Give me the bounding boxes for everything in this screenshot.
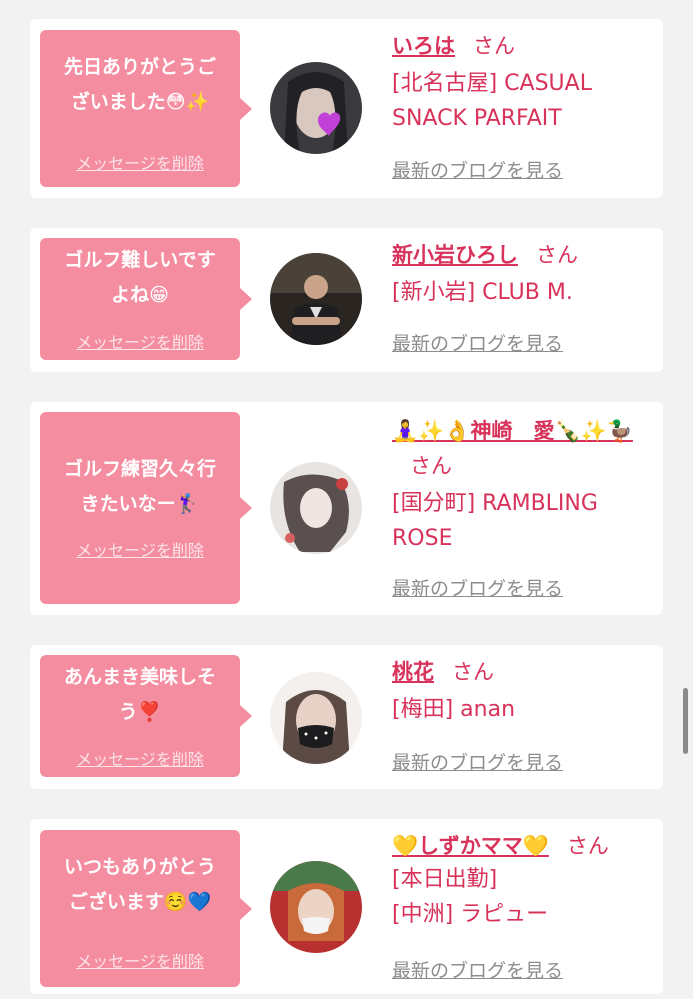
message-text: 先日ありがとうご ざいました😳✨ <box>63 56 216 113</box>
sender-name-link[interactable]: いろは <box>392 34 455 58</box>
message-card: ゴルフ練習久々行 きたいなー🏌️‍♀️ メッセージを削除 🧘‍♀️✨👌神崎 愛🍾… <box>30 402 663 615</box>
sender-info: 🧘‍♀️✨👌神崎 愛🍾✨🦆 さん [国分町] RAMBLING ROSE 最新のブ… <box>392 414 654 600</box>
message-text: ゴルフ難しいです よね😁 <box>64 249 216 306</box>
latest-blog-link[interactable]: 最新のブログを見る <box>392 956 563 983</box>
delete-message-link[interactable]: メッセージを削除 <box>40 537 240 561</box>
sender-name-link[interactable]: 💛しずかママ💛 <box>392 834 549 858</box>
delete-message-link[interactable]: メッセージを削除 <box>40 746 240 770</box>
sender-name-link[interactable]: 🧘‍♀️✨👌神崎 愛🍾✨🦆 <box>392 419 633 443</box>
message-bubble: ゴルフ練習久々行 きたいなー🏌️‍♀️ メッセージを削除 <box>40 412 252 604</box>
honorific: さん <box>566 834 609 858</box>
latest-blog-link[interactable]: 最新のブログを見る <box>392 574 563 601</box>
sender-name-link[interactable]: 新小岩ひろし <box>392 243 518 267</box>
message-bubble: ゴルフ難しいです よね😁 メッセージを削除 <box>40 238 252 360</box>
message-text: いつもありがとう ございます☺️💙 <box>63 856 216 913</box>
woman-with-purple-heart-avatar[interactable] <box>270 62 362 154</box>
man-in-suit-avatar[interactable] <box>270 253 362 345</box>
delete-message-link[interactable]: メッセージを削除 <box>40 150 240 174</box>
message-card: あんまき美味しそ う❣️ メッセージを削除 桃花 さん [梅田] anan 最新の… <box>30 645 663 789</box>
sender-name-line: いろは さん <box>392 32 654 60</box>
message-bubble: あんまき美味しそ う❣️ メッセージを削除 <box>40 655 252 777</box>
sender-name-line: 桃花 さん <box>392 658 654 686</box>
sender-name-line: 新小岩ひろし さん <box>392 241 654 269</box>
message-card: いつもありがとう ございます☺️💙 メッセージを削除 💛しずかママ💛 さん [本日… <box>30 819 663 994</box>
message-bubble: いつもありがとう ございます☺️💙 メッセージを削除 <box>40 830 252 987</box>
woman-at-stadium-avatar[interactable] <box>270 861 362 953</box>
shop-location: [国分町] RAMBLING ROSE <box>392 491 598 551</box>
shop-location: [新小岩] CLUB M. <box>392 280 573 305</box>
sender-info: いろは さん [北名古屋] CASUAL SNACK PARFAIT 最新のブログ… <box>392 32 654 182</box>
message-card: ゴルフ難しいです よね😁 メッセージを削除 新小岩ひろし さん [新小岩] CLU… <box>30 228 663 372</box>
sender-info: 新小岩ひろし さん [新小岩] CLUB M. 最新のブログを見る <box>392 241 654 355</box>
latest-blog-link[interactable]: 最新のブログを見る <box>392 156 563 183</box>
shop-location: [梅田] anan <box>392 697 516 722</box>
sender-name-line: 🧘‍♀️✨👌神崎 愛🍾✨🦆 さん <box>392 414 654 484</box>
shop-location: [北名古屋] CASUAL SNACK PARFAIT <box>392 71 592 131</box>
honorific: さん <box>452 660 494 684</box>
latest-blog-link[interactable]: 最新のブログを見る <box>392 748 563 775</box>
work-status: [本日出勤] <box>392 867 498 892</box>
message-card: 先日ありがとうご ざいました😳✨ メッセージを削除 いろは さん [北名古屋] C… <box>30 19 663 198</box>
shop-location: [中洲] ラピュー <box>392 902 549 927</box>
sender-name-line: 💛しずかママ💛 さん <box>392 832 654 860</box>
delete-message-link[interactable]: メッセージを削除 <box>40 948 240 972</box>
sender-info: 💛しずかママ💛 さん [本日出勤] [中洲] ラピュー 最新のブログを見る <box>392 832 654 982</box>
delete-message-link[interactable]: メッセージを削除 <box>40 329 240 353</box>
message-text: ゴルフ練習久々行 きたいなー🏌️‍♀️ <box>63 458 216 515</box>
message-text: あんまき美味しそ う❣️ <box>63 666 216 723</box>
honorific: さん <box>410 454 452 478</box>
latest-blog-link[interactable]: 最新のブログを見る <box>392 329 563 356</box>
woman-with-mask-avatar[interactable] <box>270 672 362 764</box>
honorific: さん <box>473 34 515 58</box>
sender-info: 桃花 さん [梅田] anan 最新のブログを見る <box>392 658 654 774</box>
honorific: さん <box>536 243 578 267</box>
scrollbar[interactable] <box>683 688 688 754</box>
message-bubble: 先日ありがとうご ざいました😳✨ メッセージを削除 <box>40 30 252 187</box>
sender-name-link[interactable]: 桃花 <box>392 660 434 684</box>
woman-black-white-avatar[interactable] <box>270 462 362 554</box>
